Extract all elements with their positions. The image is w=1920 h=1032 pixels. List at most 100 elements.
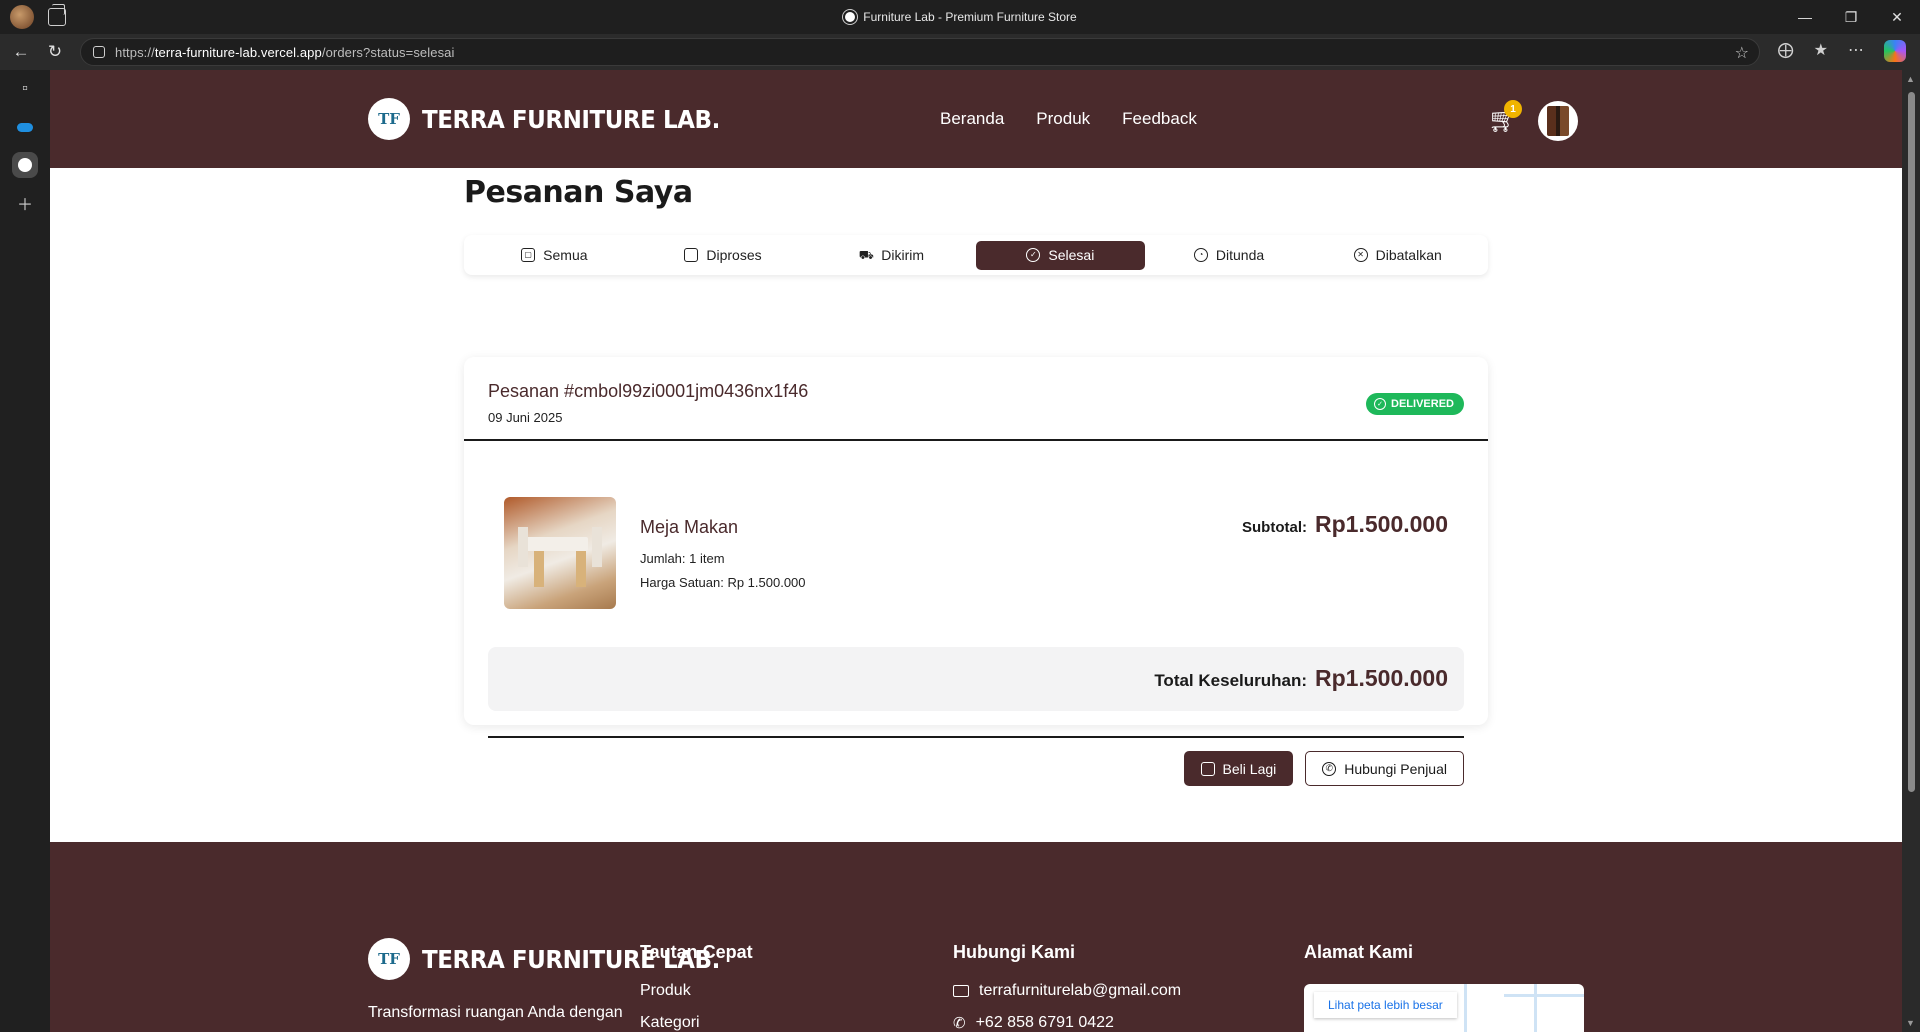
cart-button[interactable]: 🛒︎ 1	[1488, 100, 1522, 136]
total-value: Rp1.500.000	[1315, 665, 1448, 691]
nav-feedback[interactable]: Feedback	[1122, 109, 1197, 129]
product-name[interactable]: Meja Makan	[640, 517, 738, 538]
site-info-icon[interactable]	[93, 46, 105, 58]
logo-mark-icon: TF	[368, 938, 410, 980]
page-scrollbar[interactable]: ▲ ▼	[1902, 70, 1920, 1032]
site-favicon-icon	[18, 158, 32, 172]
url-text: https://terra-furniture-lab.vercel.app/o…	[115, 45, 455, 60]
tab-label: Dikirim	[881, 247, 925, 263]
order-date: 09 Juni 2025	[488, 410, 563, 425]
main-nav: Beranda Produk Feedback	[940, 109, 1197, 129]
scroll-down-icon[interactable]: ▼	[1906, 1018, 1915, 1028]
scroll-thumb[interactable]	[1908, 92, 1915, 792]
nav-beranda[interactable]: Beranda	[940, 109, 1004, 129]
site-footer: TF TERRA FURNITURE LAB. Transformasi rua…	[50, 842, 1902, 1032]
reload-button[interactable]: ↻	[38, 37, 72, 67]
browser-titlebar: Furniture Lab - Premium Furniture Store …	[0, 0, 1920, 34]
profile-avatar-icon[interactable]	[10, 5, 34, 29]
favorite-star-icon[interactable]: ☆	[1735, 43, 1749, 63]
tab-label: Semua	[543, 247, 588, 263]
minimize-button[interactable]: —	[1782, 0, 1828, 34]
address-bar[interactable]: https://terra-furniture-lab.vercel.app/o…	[80, 38, 1760, 66]
quick-links-title: Tautan Cepat	[640, 942, 753, 962]
email-text: terrafurniturelab@gmail.com	[979, 982, 1182, 999]
footer-link-produk[interactable]: Produk	[640, 982, 691, 1000]
url-prefix: https://	[115, 44, 155, 60]
vertical-tabs-icon[interactable]: ▫	[0, 70, 50, 108]
divider	[488, 736, 1464, 738]
browser-toolbar: ← ↻ https://terra-furniture-lab.vercel.a…	[0, 34, 1920, 70]
back-button[interactable]: ←	[4, 37, 38, 67]
more-menu-icon[interactable]: ⋯	[1848, 40, 1864, 62]
buy-again-button[interactable]: Beli Lagi	[1183, 751, 1294, 786]
check-circle-icon: ✓	[1026, 248, 1041, 262]
url-path: /orders?status=selesai	[321, 44, 455, 60]
user-avatar[interactable]	[1538, 101, 1578, 141]
nav-produk[interactable]: Produk	[1036, 109, 1090, 129]
order-id: Pesanan #cmbol99zi0001jm0436nx1f46	[488, 381, 809, 401]
tab-dibatalkan[interactable]: ✕ Dibatalkan	[1313, 241, 1482, 270]
total-summary: Total Keseluruhan: Rp1.500.000	[488, 647, 1464, 711]
tab-label: Ditunda	[1215, 247, 1265, 263]
product-unit-price: Harga Satuan: Rp 1.500.000	[640, 575, 806, 590]
contact-title: Hubungi Kami	[953, 942, 1075, 962]
phone-icon: ✆	[953, 1015, 966, 1032]
tab-diproses[interactable]: Diproses	[639, 241, 808, 270]
browser-sidebar: ▫ ＋	[0, 70, 50, 1032]
tab-ditunda[interactable]: ◔ Ditunda	[1145, 241, 1314, 270]
copilot-icon[interactable]	[1884, 40, 1906, 62]
phone-text: +62 858 6791 0422	[975, 1014, 1114, 1031]
check-circle-icon: ✓	[1374, 398, 1387, 410]
footer-phone[interactable]: ✆ +62 858 6791 0422	[953, 1014, 1114, 1032]
site-favicon-icon	[843, 10, 858, 24]
subtotal-value: Rp1.500.000	[1315, 511, 1448, 537]
extensions-icon[interactable]: ⨁	[1778, 40, 1794, 62]
tab-selesai[interactable]: ✓ Selesai	[976, 240, 1145, 270]
tab-label: Dibatalkan	[1375, 247, 1442, 263]
total-label: Total Keseluruhan:	[1154, 671, 1308, 690]
order-actions: Beli Lagi ✆ Hubungi Penjual	[1183, 751, 1464, 786]
active-tab-item[interactable]	[0, 146, 50, 184]
window-title: Furniture Lab - Premium Furniture Store	[0, 10, 1920, 24]
whatsapp-icon: ✆	[1322, 761, 1337, 776]
page-title: Pesanan Saya	[464, 175, 693, 210]
url-host: terra-furniture-lab.vercel.app	[154, 44, 322, 60]
buy-again-label: Beli Lagi	[1222, 760, 1277, 777]
truck-icon: ⛟	[858, 248, 874, 262]
clock-icon: ◔	[1193, 248, 1208, 262]
site-header: TF TERRA FURNITURE LAB. Beranda Produk F…	[50, 70, 1902, 168]
contact-seller-button[interactable]: ✆ Hubungi Penjual	[1305, 751, 1464, 786]
x-circle-icon: ✕	[1353, 248, 1368, 262]
window-title-text: Furniture Lab - Premium Furniture Store	[863, 10, 1077, 24]
avatar-image	[1547, 106, 1569, 136]
tab-label: Diproses	[706, 247, 762, 263]
logo-mark-icon: TF	[368, 98, 410, 140]
tab-dikirim[interactable]: ⛟ Dikirim	[807, 241, 976, 270]
scroll-up-icon[interactable]: ▲	[1906, 74, 1915, 84]
restore-button[interactable]: ❐	[1828, 0, 1874, 34]
close-window-button[interactable]: ✕	[1874, 0, 1920, 34]
footer-email[interactable]: terrafurniturelab@gmail.com	[953, 982, 1181, 1000]
brand-name: TERRA FURNITURE LAB.	[422, 104, 720, 134]
tab-actions-icon[interactable]	[48, 4, 66, 26]
mail-icon	[953, 985, 969, 997]
view-larger-map-link[interactable]: Lihat peta lebih besar	[1314, 992, 1457, 1018]
contact-seller-label: Hubungi Penjual	[1344, 760, 1447, 777]
brand-logo[interactable]: TF TERRA FURNITURE LAB.	[368, 98, 746, 140]
divider	[464, 439, 1488, 441]
cart-count-badge: 1	[1504, 100, 1522, 118]
order-card: Pesanan #cmbol99zi0001jm0436nx1f46 09 Ju…	[464, 357, 1488, 786]
bag-icon	[684, 248, 699, 262]
status-text: DELIVERED	[1391, 398, 1454, 410]
new-tab-button[interactable]: ＋	[0, 184, 50, 222]
favorites-icon[interactable]: ★	[1814, 40, 1828, 62]
product-image[interactable]	[504, 497, 616, 609]
cloud-icon	[17, 122, 33, 132]
subtotal-label: Subtotal:	[1242, 519, 1308, 536]
page-viewport: TF TERRA FURNITURE LAB. Beranda Produk F…	[50, 70, 1902, 1032]
location-map[interactable]: Lihat peta lebih besar	[1304, 984, 1584, 1032]
tab-semua[interactable]: ▢ Semua	[470, 241, 639, 270]
footer-link-kategori[interactable]: Kategori	[640, 1014, 700, 1032]
footer-tagline: Transformasi ruangan Anda dengan	[368, 1004, 623, 1021]
onedrive-tab[interactable]	[0, 108, 50, 146]
